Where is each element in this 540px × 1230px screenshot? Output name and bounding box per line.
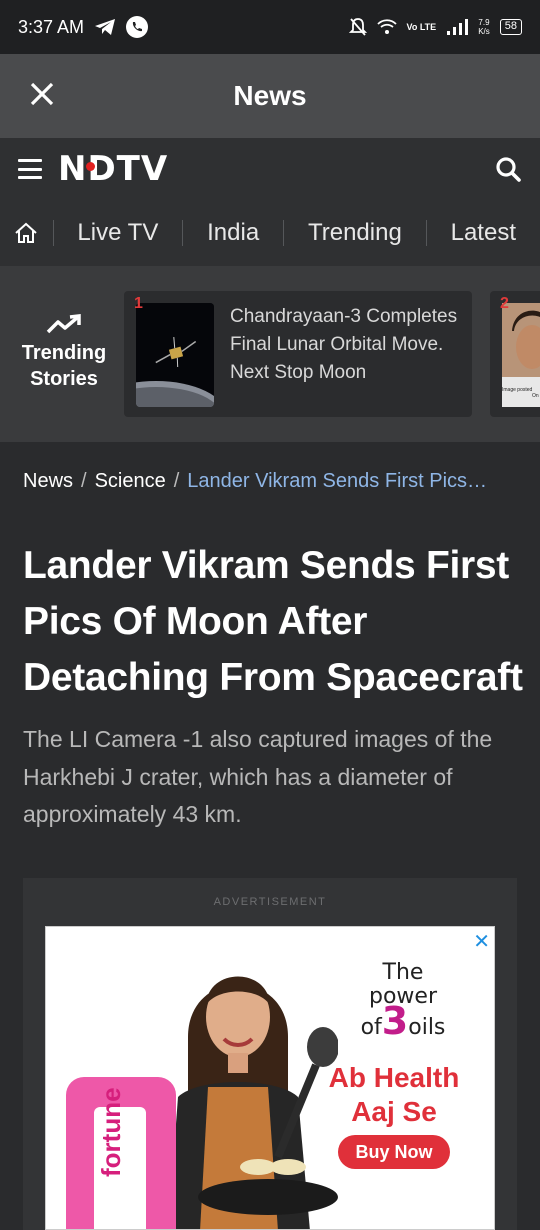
ad-brand: fortune bbox=[96, 1087, 126, 1177]
trending-title: Chandrayaan-3 Completes Final Lunar Orbi… bbox=[230, 306, 458, 383]
battery-indicator: 58 bbox=[499, 19, 522, 35]
ad-close-icon[interactable]: ✕ bbox=[473, 929, 490, 954]
story-thumbnail bbox=[136, 303, 214, 407]
breadcrumb-current: Lander Vikram Sends First Pics… bbox=[187, 470, 488, 492]
network-type: Vo LTE bbox=[406, 21, 437, 32]
breadcrumb-news[interactable]: News bbox=[23, 470, 73, 492]
trending-up-icon bbox=[46, 314, 81, 334]
article-summary: The LI Camera -1 also captured images of… bbox=[23, 726, 493, 827]
trending-label-line2: Stories bbox=[30, 368, 98, 390]
telegram-icon bbox=[95, 19, 116, 35]
trending-rank: 2 bbox=[500, 295, 509, 312]
nav-latest[interactable]: Latest bbox=[427, 219, 540, 247]
breadcrumb-science[interactable]: Science bbox=[95, 470, 166, 492]
app-bar-title: News bbox=[233, 80, 307, 111]
advertisement: ADVERTISEMENT ✕ fortune The power of3oil… bbox=[23, 878, 517, 1230]
nav-india[interactable]: India bbox=[183, 219, 283, 247]
speed-unit: K/s bbox=[478, 27, 490, 36]
status-time: 3:37 AM bbox=[18, 16, 85, 37]
advertisement-label: ADVERTISEMENT bbox=[213, 896, 327, 908]
nav-trending[interactable]: Trending bbox=[284, 219, 426, 247]
breadcrumb: News / Science / Lander Vikram Sends First P… bbox=[23, 470, 488, 492]
network-speed: 7.9 K/s bbox=[478, 18, 490, 36]
home-icon[interactable] bbox=[0, 200, 53, 266]
site-header: NDTV bbox=[0, 138, 540, 200]
ad-banner[interactable]: ✕ fortune The power of3oils Ab Health Aaj bbox=[45, 926, 495, 1230]
trending-card[interactable]: 1 Chandrayaan-3 Completes Final Lunar Or… bbox=[124, 291, 472, 417]
trending-card[interactable]: Image posted On 2 bbox=[490, 291, 540, 417]
menu-icon[interactable] bbox=[18, 159, 42, 179]
speed-value: 7.9 bbox=[478, 18, 490, 27]
trending-label-line1: Trending bbox=[21, 342, 107, 364]
story-thumbnail: Image posted On bbox=[502, 303, 540, 407]
article-headline: Lander Vikram Sends First Pics Of Moon A… bbox=[23, 544, 523, 699]
ndtv-logo[interactable]: NDTV bbox=[58, 152, 168, 186]
ad-headline: Ab Health Aaj Se bbox=[328, 1062, 460, 1127]
app-bar: News bbox=[0, 54, 540, 138]
notifications-off-icon bbox=[348, 18, 367, 36]
wifi-icon bbox=[376, 19, 397, 34]
ad-buy-now-button[interactable]: Buy Now bbox=[338, 1135, 450, 1169]
nav-live-tv[interactable]: Live TV bbox=[53, 219, 182, 247]
thumbnail-caption: Image posted On bbox=[502, 387, 539, 399]
phone-call-icon bbox=[126, 16, 149, 38]
status-bar: 3:37 AM Vo LTE 7.9 K/s 58 bbox=[0, 0, 540, 54]
ad-tagline: The power of3oils bbox=[360, 960, 446, 1043]
search-icon[interactable] bbox=[494, 155, 522, 183]
trending-rank: 1 bbox=[134, 295, 143, 312]
signal-icon bbox=[447, 19, 469, 35]
category-nav: Live TV India Trending Latest bbox=[0, 200, 540, 266]
ad-product-bottle: fortune bbox=[66, 1077, 176, 1229]
logo-text: NDTV bbox=[58, 149, 169, 189]
trending-stories: Trending Stories 1 Chandrayaan-3 Complet… bbox=[0, 266, 540, 442]
close-icon[interactable] bbox=[26, 78, 58, 110]
trending-label: Trending Stories bbox=[14, 314, 114, 392]
